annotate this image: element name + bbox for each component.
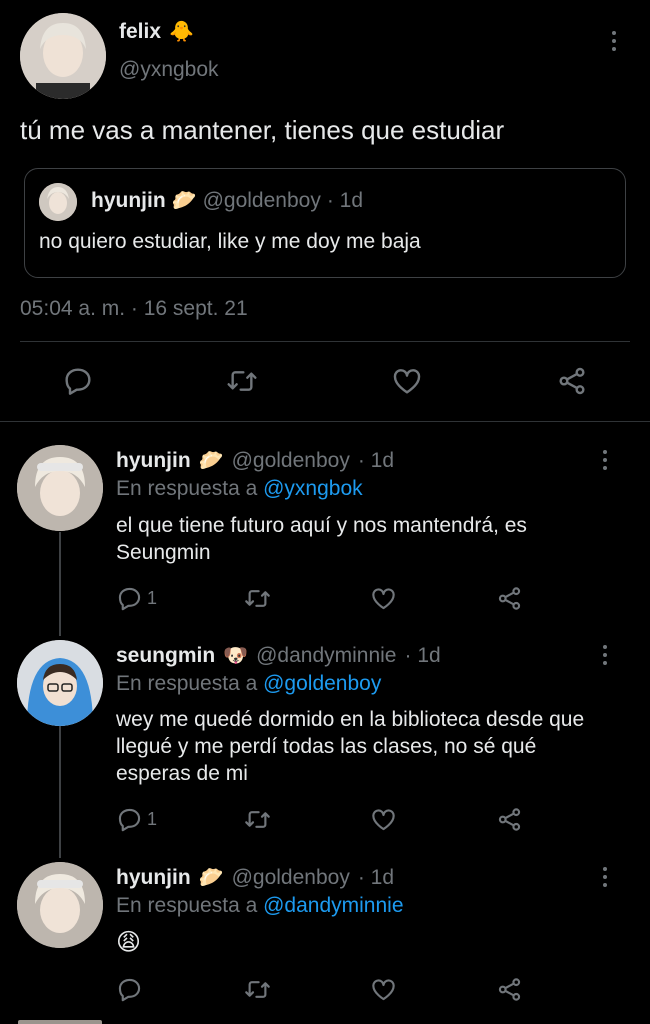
retweet-icon[interactable] bbox=[243, 806, 272, 833]
author-handle[interactable]: @yxngbok bbox=[119, 58, 219, 82]
more-icon[interactable] bbox=[600, 645, 610, 665]
reply-icon[interactable] bbox=[62, 365, 94, 397]
tweet-time: · 1d bbox=[357, 866, 395, 889]
author-name[interactable]: felix bbox=[119, 20, 161, 44]
tweet-text: tú me vas a mantener, tienes que estudia… bbox=[20, 115, 505, 145]
share-icon[interactable] bbox=[555, 365, 589, 397]
author-emoji: 🥟 bbox=[198, 867, 224, 889]
author-name[interactable]: hyunjin bbox=[116, 449, 191, 473]
avatar-hyunjin-quote bbox=[39, 183, 77, 221]
reply-button[interactable]: 1 bbox=[116, 585, 157, 612]
tweet-time: · 1d bbox=[357, 449, 395, 472]
author-emoji: 🐶 bbox=[223, 645, 249, 667]
author-handle[interactable]: @dandyminnie bbox=[256, 644, 396, 668]
author-emoji: 🥟 bbox=[198, 450, 224, 472]
author-handle[interactable]: @goldenboy bbox=[232, 866, 350, 890]
quote-time: · 1d bbox=[326, 189, 364, 212]
more-icon[interactable] bbox=[600, 867, 610, 887]
reply-to-link[interactable]: @dandyminnie bbox=[263, 894, 403, 917]
reply-prefix: En respuesta a bbox=[116, 477, 258, 500]
tweet-timestamp: 05:04 a. m. · 16 sept. 21 bbox=[20, 297, 248, 320]
avatar-hyunjin[interactable] bbox=[17, 862, 103, 948]
share-icon[interactable] bbox=[495, 806, 524, 833]
retweet-icon[interactable] bbox=[243, 976, 272, 1003]
author-handle[interactable]: @goldenboy bbox=[232, 449, 350, 473]
reply-icon bbox=[118, 587, 141, 611]
reply-count: 1 bbox=[147, 588, 158, 608]
author-emoji: 🐥 bbox=[169, 21, 194, 43]
reply-text: el que tiene futuro aquí y nos mantendrá… bbox=[116, 514, 527, 564]
reply-button[interactable]: 1 bbox=[116, 806, 157, 833]
reply-text: 😩 bbox=[116, 929, 142, 956]
like-icon[interactable] bbox=[369, 976, 398, 1003]
avatar-felix[interactable] bbox=[20, 13, 106, 99]
reply-count: 1 bbox=[147, 809, 158, 829]
author-name[interactable]: hyunjin bbox=[116, 866, 191, 890]
divider bbox=[20, 341, 630, 342]
author-name[interactable]: seungmin bbox=[116, 644, 215, 668]
reply-prefix: En respuesta a bbox=[116, 894, 258, 917]
reply-prefix: En respuesta a bbox=[116, 672, 258, 695]
reply-to-link[interactable]: @yxngbok bbox=[263, 477, 363, 500]
quoted-tweet[interactable]: hyunjin 🥟 @goldenboy · 1d no quiero estu… bbox=[24, 168, 626, 278]
tweet-time: · 1d bbox=[404, 644, 441, 667]
share-icon[interactable] bbox=[495, 585, 524, 612]
thread-line bbox=[59, 532, 61, 636]
like-icon[interactable] bbox=[369, 585, 398, 612]
reply-to-link[interactable]: @goldenboy bbox=[263, 672, 381, 695]
reply-icon bbox=[118, 808, 141, 832]
divider bbox=[0, 421, 650, 422]
avatar-seungmin[interactable] bbox=[17, 640, 103, 726]
quote-author-handle: @goldenboy bbox=[202, 189, 321, 212]
avatar-hyunjin[interactable] bbox=[17, 445, 103, 531]
reply-icon[interactable] bbox=[116, 976, 143, 1003]
more-icon[interactable] bbox=[609, 31, 619, 51]
reply-text: wey me quedé dormido en la biblioteca de… bbox=[116, 708, 585, 785]
more-icon[interactable] bbox=[600, 450, 610, 470]
like-icon[interactable] bbox=[369, 806, 398, 833]
retweet-icon[interactable] bbox=[225, 365, 259, 397]
retweet-icon[interactable] bbox=[243, 585, 272, 612]
quote-text: no quiero estudiar, like y me doy me baj… bbox=[39, 230, 421, 253]
like-icon[interactable] bbox=[390, 365, 424, 397]
next-avatar-edge bbox=[18, 1020, 102, 1024]
share-icon[interactable] bbox=[495, 976, 524, 1003]
quote-author-emoji: 🥟 bbox=[171, 190, 197, 212]
quote-author-name: hyunjin bbox=[91, 189, 166, 212]
